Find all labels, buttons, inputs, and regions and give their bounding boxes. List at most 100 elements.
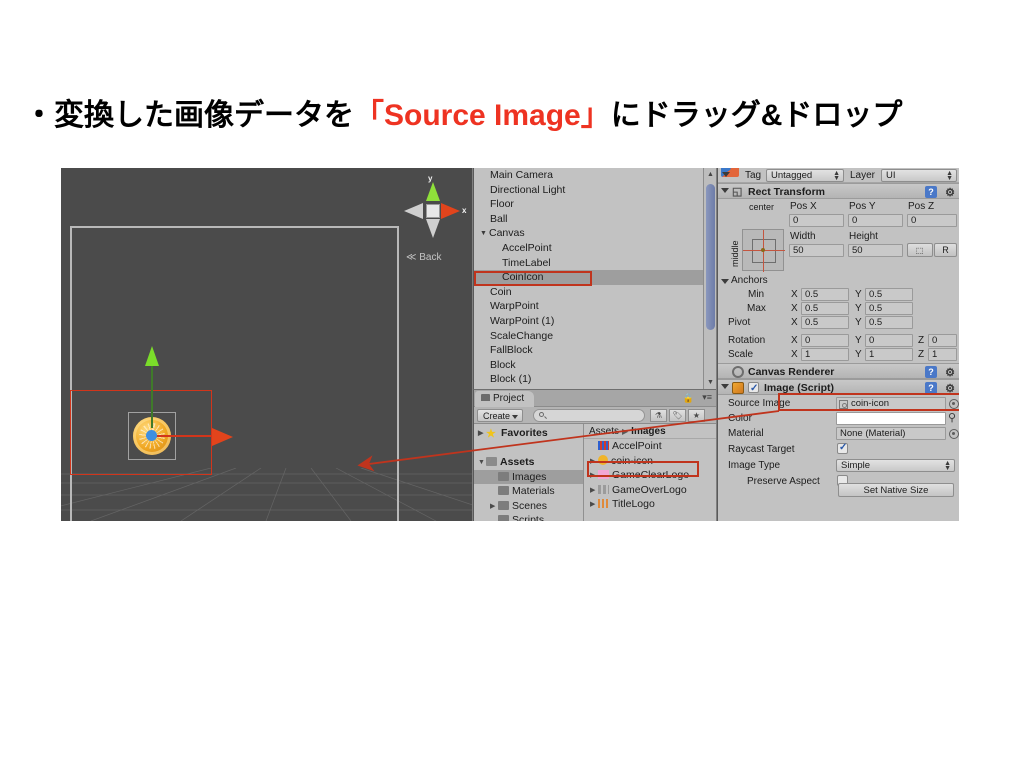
scale-y-field[interactable]: 1 <box>865 348 913 361</box>
pos-z-field[interactable]: 0 <box>907 214 957 227</box>
collapse-triangle-icon[interactable] <box>721 384 729 389</box>
hierarchy-item-block[interactable]: Block <box>474 358 716 373</box>
hierarchy-panel[interactable]: Main Camera Directional Light Floor Ball ▼ Ca… <box>473 168 716 389</box>
hierarchy-item-scalechange[interactable]: ScaleChange <box>474 329 716 344</box>
scene-back-label[interactable]: ≪ Back <box>406 252 441 263</box>
expand-triangle-icon[interactable]: ▶ <box>490 500 498 515</box>
lock-icon[interactable]: 🔒 <box>683 393 694 404</box>
create-button[interactable]: Create <box>477 409 524 422</box>
move-gizmo-y-axis[interactable] <box>151 356 153 428</box>
filter-by-type-icon[interactable]: ⚗ <box>650 409 667 422</box>
expand-triangle-icon[interactable]: ▶ <box>478 427 486 442</box>
orientation-down-arrow-icon[interactable] <box>426 219 440 238</box>
hierarchy-item-accelpoint[interactable]: AccelPoint <box>474 241 716 256</box>
rotation-x-field[interactable]: 0 <box>801 334 849 347</box>
scale-z-field[interactable]: 1 <box>928 348 957 361</box>
orientation-hub-icon[interactable] <box>426 204 440 218</box>
scene-orientation-gizmo[interactable]: y x <box>396 174 472 242</box>
material-field[interactable]: None (Material) <box>836 427 946 440</box>
tag-dropdown[interactable]: Untagged ▲ ▼ <box>766 169 844 182</box>
asset-item-titlelogo[interactable]: ▶ TitleLogo <box>584 497 716 512</box>
scroll-up-arrow-icon[interactable]: ▲ <box>704 168 716 181</box>
project-tree-item-scenes[interactable]: ▶ Scenes <box>474 499 583 514</box>
anchor-min-y-field[interactable]: 0.5 <box>865 288 913 301</box>
pos-x-field[interactable]: 0 <box>789 214 844 227</box>
project-tree-item-images[interactable]: ▶Images <box>474 469 583 484</box>
color-field[interactable] <box>836 412 946 425</box>
collapse-triangle-icon[interactable] <box>721 188 729 193</box>
project-tree-item-scripts[interactable]: ▶Scripts <box>474 513 583 521</box>
hierarchy-item-main-camera[interactable]: Main Camera <box>474 168 716 183</box>
raycast-target-checkbox[interactable] <box>837 442 848 454</box>
rotation-y-field[interactable]: 0 <box>865 334 913 347</box>
blueprint-mode-button[interactable]: ⬚ <box>907 243 933 257</box>
expand-triangle-icon[interactable]: ▶ <box>590 498 598 513</box>
asset-item-gameoverlogo[interactable]: ▶ GameOverLogo <box>584 483 716 498</box>
orientation-up-arrow-icon[interactable] <box>426 182 440 201</box>
hierarchy-item-coin[interactable]: Coin <box>474 285 716 300</box>
image-type-dropdown[interactable]: Simple ▲ ▼ <box>836 459 955 472</box>
panel-menu-icon[interactable]: ▾≡ <box>702 392 712 403</box>
filter-favorites-icon[interactable]: ★ <box>688 409 705 422</box>
hierarchy-item-directional-light[interactable]: Directional Light <box>474 183 716 198</box>
move-gizmo-y-arrow-icon[interactable] <box>145 346 159 366</box>
asset-item-accelpoint[interactable]: ▶AccelPoint <box>584 439 716 454</box>
breadcrumb-root[interactable]: Assets <box>589 426 619 437</box>
project-tree-item-materials[interactable]: ▶Materials <box>474 484 583 499</box>
hierarchy-item-timelabel[interactable]: TimeLabel <box>474 256 716 271</box>
move-gizmo-center-handle[interactable] <box>146 430 157 441</box>
expand-triangle-icon[interactable]: ▼ <box>480 227 489 242</box>
image-enabled-checkbox[interactable] <box>748 381 759 397</box>
eyedropper-icon[interactable]: ⚲ <box>948 411 956 424</box>
height-field[interactable]: 50 <box>848 244 903 257</box>
project-tree-item-favorites[interactable]: ▶ ★ Favorites <box>474 426 583 441</box>
anchor-min-x-field[interactable]: 0.5 <box>801 288 849 301</box>
pivot-x-field[interactable]: 0.5 <box>801 316 849 329</box>
scale-x-field[interactable]: 1 <box>801 348 849 361</box>
image-component-icon <box>732 382 744 394</box>
project-folder-tree[interactable]: ▶★Favorites▶▼Assets▶Images▶Materials▶Sce… <box>474 424 584 521</box>
orientation-right-arrow-icon[interactable] <box>441 203 460 219</box>
scene-view[interactable]: y x ≪ Back <box>61 168 472 521</box>
hierarchy-item-fallblock[interactable]: FallBlock <box>474 343 716 358</box>
hierarchy-item-floor[interactable]: Floor <box>474 197 716 212</box>
help-icon[interactable]: ? <box>925 366 937 378</box>
anchor-preset-widget[interactable] <box>742 229 785 272</box>
expand-triangle-icon[interactable]: ▶ <box>590 484 598 499</box>
raw-edit-mode-button[interactable]: R <box>934 243 957 257</box>
hierarchy-scrollbar[interactable]: ▲ ▼ <box>703 168 716 389</box>
hierarchy-item-canvas[interactable]: ▼ Canvas <box>474 226 716 241</box>
material-object-picker-icon[interactable] <box>949 429 959 439</box>
project-panel[interactable]: Project 🔒 ▾≡ Create ⚗ 🏷 ★ ▶★Favorites▶▼A… <box>473 389 716 521</box>
scroll-down-arrow-icon[interactable]: ▼ <box>704 376 716 389</box>
help-icon[interactable]: ? <box>925 186 937 198</box>
width-field[interactable]: 50 <box>789 244 844 257</box>
prefab-dropdown-icon[interactable] <box>721 168 739 177</box>
component-header-rect-transform[interactable]: ◱ Rect Transform ? ⚙ <box>718 183 959 199</box>
hierarchy-item-block-1[interactable]: Block (1) <box>474 372 716 387</box>
filter-by-label-icon[interactable]: 🏷 <box>669 409 686 422</box>
hierarchy-item-warppoint-1[interactable]: WarpPoint (1) <box>474 314 716 329</box>
set-native-size-button[interactable]: Set Native Size <box>838 483 954 497</box>
component-header-canvas-renderer[interactable]: Canvas Renderer ? ⚙ <box>718 363 959 379</box>
expand-triangle-icon[interactable]: ▼ <box>478 456 486 471</box>
pivot-y-field[interactable]: 0.5 <box>865 316 913 329</box>
hierarchy-item-ball[interactable]: Ball <box>474 212 716 227</box>
orientation-left-arrow-icon[interactable] <box>404 203 423 219</box>
anchors-collapse-triangle-icon[interactable] <box>721 279 729 284</box>
anchor-max-y-field[interactable]: 0.5 <box>865 302 913 315</box>
hierarchy-item-warppoint[interactable]: WarpPoint <box>474 299 716 314</box>
project-tree-item-assets[interactable]: ▼ Assets <box>474 455 583 470</box>
hierarchy-item-label: Main Camera <box>490 169 554 181</box>
move-gizmo-x-arrow-icon[interactable] <box>212 428 233 446</box>
rotation-z-field[interactable]: 0 <box>928 334 957 347</box>
inspector-panel[interactable]: Tag Untagged ▲ ▼ Layer UI ▲ ▼ ◱ Rect Trans… <box>717 168 959 521</box>
layer-dropdown[interactable]: UI ▲ ▼ <box>881 169 957 182</box>
project-search-input[interactable] <box>533 409 645 422</box>
tab-project[interactable]: Project <box>475 391 535 407</box>
pos-y-field[interactable]: 0 <box>848 214 903 227</box>
anchor-max-x-field[interactable]: 0.5 <box>801 302 849 315</box>
move-gizmo-x-axis[interactable] <box>152 435 214 437</box>
hierarchy-item-label: Directional Light <box>490 183 566 196</box>
hierarchy-scrollbar-thumb[interactable] <box>706 184 715 330</box>
